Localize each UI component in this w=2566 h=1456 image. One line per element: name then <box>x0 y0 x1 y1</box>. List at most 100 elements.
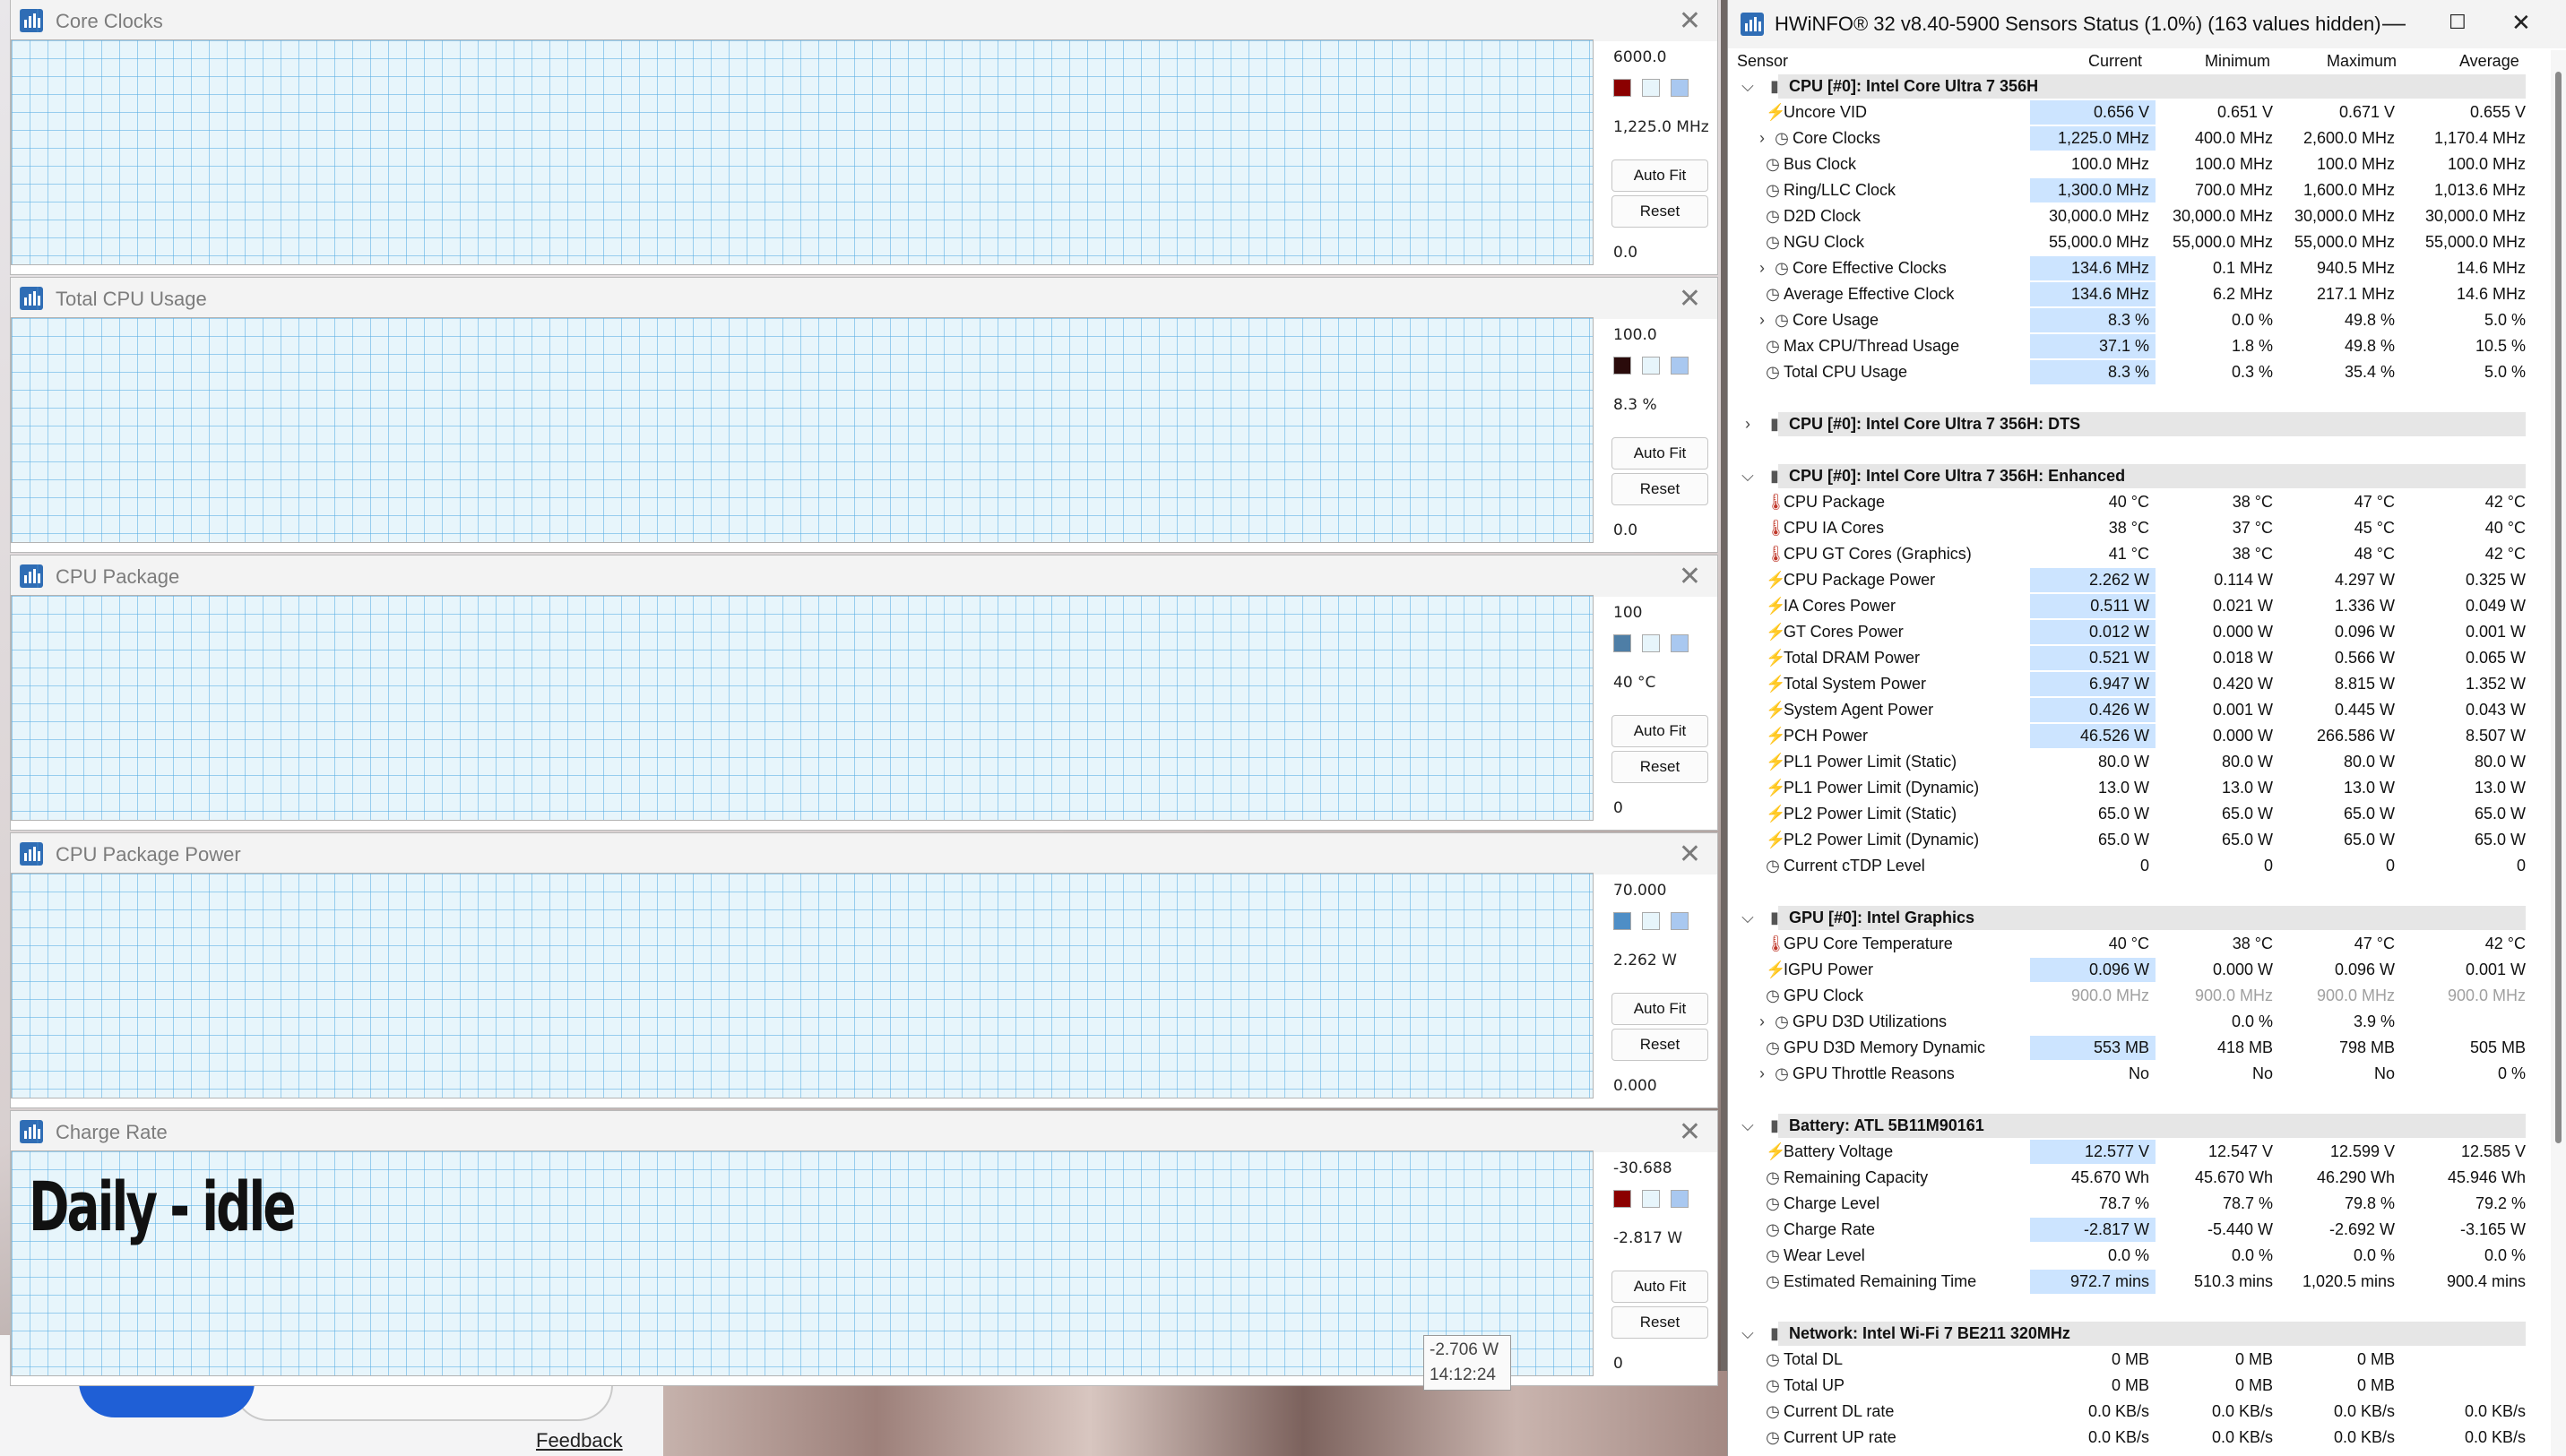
sensor-row[interactable]: › ◷ Core Usage 8.3 % 0.0 % 49.8 % 5.0 % <box>1728 307 2535 333</box>
reset-button[interactable]: Reset <box>1611 1306 1708 1339</box>
sensor-row[interactable]: 🌡 CPU IA Cores 38 °C 37 °C 45 °C 40 °C <box>1728 515 2535 541</box>
sensor-row[interactable]: › ◷ Core Effective Clocks 134.6 MHz 0.1 MHz 9… <box>1728 255 2535 281</box>
graph-titlebar[interactable]: Charge Rate ✕ <box>11 1111 1717 1152</box>
chevron-right-icon[interactable]: › <box>1755 1013 1769 1030</box>
chevron-down-icon[interactable]: ⌵ <box>1741 78 1755 94</box>
color-swatch[interactable] <box>1642 634 1660 652</box>
chevron-right-icon[interactable]: › <box>1755 130 1769 146</box>
chevron-down-icon[interactable]: ⌵ <box>1741 1325 1755 1341</box>
hwinfo-titlebar[interactable]: HWiNFO® 32 v8.40-5900 Sensors Status (1.… <box>1728 0 2566 48</box>
color-swatch[interactable] <box>1671 357 1689 375</box>
sensor-row[interactable]: ◷ Bus Clock 100.0 MHz 100.0 MHz 100.0 MHz 100… <box>1728 151 2535 177</box>
chevron-down-icon[interactable]: ⌵ <box>1741 468 1755 484</box>
col-current[interactable]: Current <box>2088 52 2142 71</box>
sensor-group-row[interactable]: ⌵ ▮ Network: Intel Wi-Fi 7 BE211 320MHz <box>1728 1321 2535 1347</box>
close-icon[interactable]: ✕ <box>1679 1116 1701 1148</box>
color-swatch[interactable] <box>1671 1190 1689 1208</box>
color-swatch[interactable] <box>1613 79 1631 97</box>
sensor-row[interactable]: ◷ Average Effective Clock 134.6 MHz 6.2 MHz… <box>1728 281 2535 307</box>
sensor-group-row[interactable]: ⌵ ▮ CPU [#0]: Intel Core Ultra 7 356H: Enh… <box>1728 463 2535 489</box>
reset-button[interactable]: Reset <box>1611 751 1708 783</box>
sensor-row[interactable]: 🌡 CPU GT Cores (Graphics) 41 °C 38 °C 48 °C 4… <box>1728 541 2535 567</box>
sensor-row[interactable]: ⚡ Total System Power 6.947 W 0.420 W 8.815 W… <box>1728 671 2535 697</box>
sensor-row[interactable]: ◷ Current cTDP Level 0 0 0 0 <box>1728 853 2535 879</box>
vertical-scrollbar[interactable] <box>2551 50 2566 1456</box>
col-average[interactable]: Average <box>2459 52 2519 71</box>
sensor-row[interactable]: 🌡 CPU Package 40 °C 38 °C 47 °C 42 °C <box>1728 489 2535 515</box>
chevron-right-icon[interactable]: › <box>1755 1065 1769 1081</box>
sensor-group-row[interactable]: ⌵ ▮ GPU [#0]: Intel Graphics <box>1728 905 2535 931</box>
sensor-row[interactable]: ⚡ PL1 Power Limit (Static) 80.0 W 80.0 W 80.… <box>1728 749 2535 775</box>
sensor-row[interactable]: ◷ GPU D3D Memory Dynamic 553 MB 418 MB 798 M… <box>1728 1035 2535 1061</box>
sensor-row[interactable]: ◷ Wear Level 0.0 % 0.0 % 0.0 % 0.0 % <box>1728 1243 2535 1269</box>
sensor-row[interactable]: ◷ Current DL rate 0.0 KB/s 0.0 KB/s 0.0 KB/s… <box>1728 1399 2535 1425</box>
sensor-row[interactable]: ◷ Total UP 0 MB 0 MB 0 MB <box>1728 1373 2535 1399</box>
scrollbar-thumb[interactable] <box>2555 72 2562 1143</box>
sensor-row[interactable]: › ◷ GPU D3D Utilizations 0.0 % 3.9 % <box>1728 1009 2535 1035</box>
chevron-down-icon[interactable]: ⌵ <box>1741 1117 1755 1133</box>
col-minimum[interactable]: Minimum <box>2205 52 2270 71</box>
color-swatch[interactable] <box>1613 357 1631 375</box>
sensor-row[interactable]: ⚡ System Agent Power 0.426 W 0.001 W 0.445 W… <box>1728 697 2535 723</box>
color-swatch[interactable] <box>1642 1190 1660 1208</box>
sensor-row[interactable]: ⚡ PL2 Power Limit (Static) 65.0 W 65.0 W 65.… <box>1728 801 2535 827</box>
sensor-row[interactable]: › ◷ Core Clocks 1,225.0 MHz 400.0 MHz 2,600.0… <box>1728 125 2535 151</box>
color-swatch[interactable] <box>1642 912 1660 930</box>
sensor-row[interactable]: ◷ NGU Clock 55,000.0 MHz 55,000.0 MHz 55,000… <box>1728 229 2535 255</box>
graph-titlebar[interactable]: Core Clocks ✕ <box>11 0 1717 41</box>
sensor-row[interactable]: ⚡ Battery Voltage 12.577 V 12.547 V 12.599 V… <box>1728 1139 2535 1165</box>
auto-fit-button[interactable]: Auto Fit <box>1611 159 1708 192</box>
chevron-right-icon[interactable]: › <box>1741 416 1755 432</box>
sensor-row[interactable]: ⚡ PL1 Power Limit (Dynamic) 13.0 W 13.0 W 13… <box>1728 775 2535 801</box>
sensor-group-row[interactable]: › ▮ CPU [#0]: Intel Core Ultra 7 356H: DTS <box>1728 411 2535 437</box>
sensor-row[interactable]: ◷ Current UP rate 0.0 KB/s 0.0 KB/s 0.0 KB/s… <box>1728 1425 2535 1451</box>
auto-fit-button[interactable]: Auto Fit <box>1611 993 1708 1025</box>
color-swatch[interactable] <box>1613 912 1631 930</box>
sensor-group-row[interactable]: ⌵ ▮ Battery: ATL 5B11M90161 <box>1728 1113 2535 1139</box>
chevron-right-icon[interactable]: › <box>1755 312 1769 328</box>
sensor-row[interactable]: ◷ Total CPU Usage 8.3 % 0.3 % 35.4 % 5.0 % <box>1728 359 2535 385</box>
auto-fit-button[interactable]: Auto Fit <box>1611 437 1708 470</box>
sensor-row[interactable]: 🌡 GPU Core Temperature 40 °C 38 °C 47 °C 42 °… <box>1728 931 2535 957</box>
close-icon[interactable]: ✕ <box>2511 9 2531 37</box>
sensor-row[interactable]: ◷ Max CPU/Thread Usage 37.1 % 1.8 % 49.8 % 10… <box>1728 333 2535 359</box>
col-sensor[interactable]: Sensor <box>1737 52 1788 71</box>
close-icon[interactable]: ✕ <box>1679 561 1701 592</box>
maximize-icon[interactable]: ☐ <box>2449 11 2467 34</box>
close-icon[interactable]: ✕ <box>1679 839 1701 870</box>
sensor-row[interactable]: ◷ GPU Clock 900.0 MHz 900.0 MHz 900.0 MHz 900… <box>1728 983 2535 1009</box>
color-swatch[interactable] <box>1642 357 1660 375</box>
close-icon[interactable]: ✕ <box>1679 283 1701 314</box>
sensor-row[interactable]: ⚡ PCH Power 46.526 W 0.000 W 266.586 W 8.507 … <box>1728 723 2535 749</box>
auto-fit-button[interactable]: Auto Fit <box>1611 715 1708 747</box>
sensor-row[interactable]: ◷ Remaining Capacity 45.670 Wh 45.670 Wh 46.… <box>1728 1165 2535 1191</box>
color-swatch[interactable] <box>1671 634 1689 652</box>
sensor-row[interactable]: ◷ Charge Rate -2.817 W -5.440 W -2.692 W -3.1… <box>1728 1217 2535 1243</box>
auto-fit-button[interactable]: Auto Fit <box>1611 1271 1708 1303</box>
col-maximum[interactable]: Maximum <box>2327 52 2397 71</box>
minimize-icon[interactable]: — <box>2382 9 2406 37</box>
sensor-row[interactable]: ⚡ PL2 Power Limit (Dynamic) 65.0 W 65.0 W 65… <box>1728 827 2535 853</box>
graph-titlebar[interactable]: CPU Package ✕ <box>11 556 1717 597</box>
color-swatch[interactable] <box>1613 1190 1631 1208</box>
color-swatch[interactable] <box>1642 79 1660 97</box>
close-icon[interactable]: ✕ <box>1679 5 1701 37</box>
chevron-right-icon[interactable]: › <box>1755 260 1769 276</box>
color-swatch[interactable] <box>1671 912 1689 930</box>
sensor-row[interactable]: ⚡ Uncore VID 0.656 V 0.651 V 0.671 V 0.655 V <box>1728 99 2535 125</box>
sensor-group-row[interactable]: ⌵ ▮ CPU [#0]: Intel Core Ultra 7 356H <box>1728 73 2535 99</box>
sensor-row[interactable]: ⚡ CPU Package Power 2.262 W 0.114 W 4.297 W 0… <box>1728 567 2535 593</box>
color-swatch[interactable] <box>1671 79 1689 97</box>
sensor-row[interactable]: ◷ Ring/LLC Clock 1,300.0 MHz 700.0 MHz 1,600… <box>1728 177 2535 203</box>
sensor-row[interactable]: ◷ Total DL 0 MB 0 MB 0 MB <box>1728 1347 2535 1373</box>
reset-button[interactable]: Reset <box>1611 473 1708 505</box>
sensor-row[interactable]: › ◷ GPU Throttle Reasons No No No 0 % <box>1728 1061 2535 1087</box>
graph-titlebar[interactable]: CPU Package Power ✕ <box>11 833 1717 874</box>
sensor-row[interactable]: ◷ D2D Clock 30,000.0 MHz 30,000.0 MHz 30,000… <box>1728 203 2535 229</box>
graph-titlebar[interactable]: Total CPU Usage ✕ <box>11 278 1717 319</box>
sensor-row[interactable]: ⚡ GT Cores Power 0.012 W 0.000 W 0.096 W 0.00… <box>1728 619 2535 645</box>
chevron-down-icon[interactable]: ⌵ <box>1741 909 1755 926</box>
sensor-row[interactable]: ⚡ IA Cores Power 0.511 W 0.021 W 1.336 W 0.04… <box>1728 593 2535 619</box>
sensor-row[interactable]: ⚡ IGPU Power 0.096 W 0.000 W 0.096 W 0.001 W <box>1728 957 2535 983</box>
reset-button[interactable]: Reset <box>1611 1029 1708 1061</box>
